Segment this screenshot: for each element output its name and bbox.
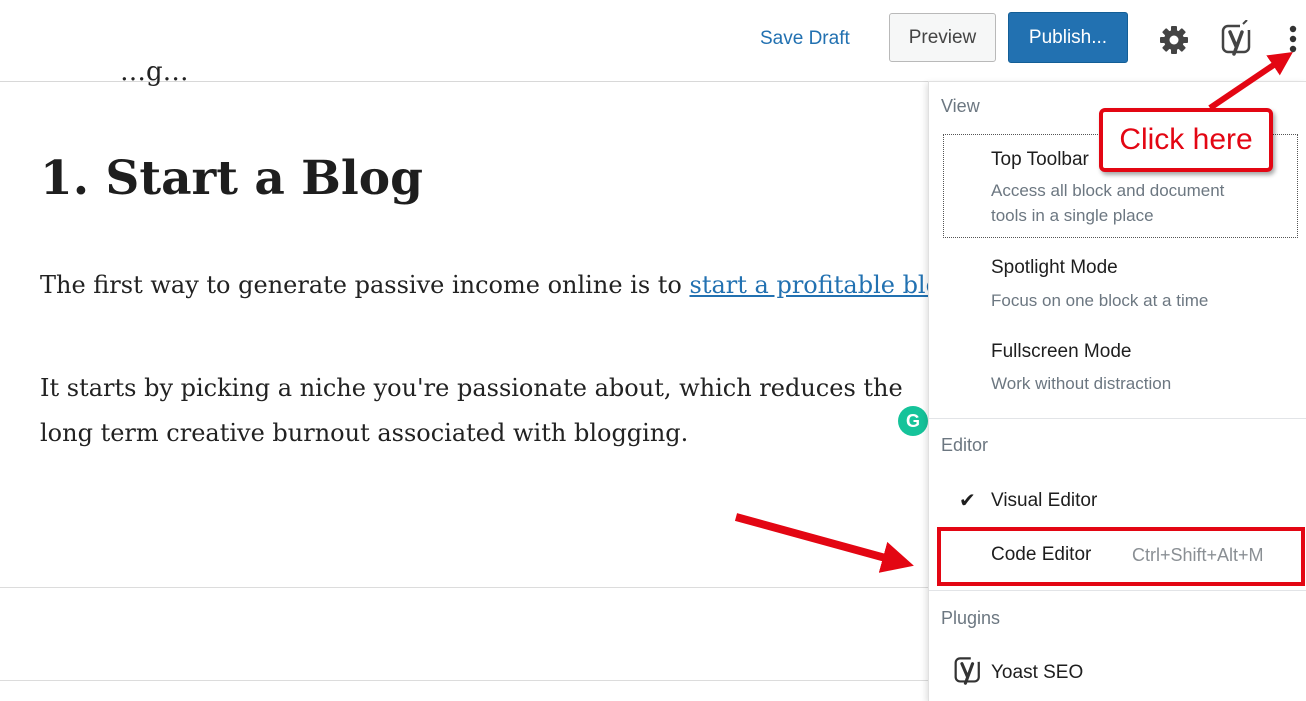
spotlight-mode-option[interactable]: Spotlight Mode (991, 257, 1118, 279)
visual-editor-option[interactable]: Visual Editor (991, 490, 1097, 512)
divider (0, 680, 928, 681)
paragraph-1[interactable]: The first way to generate passive income… (40, 271, 955, 299)
view-section-label: View (941, 96, 980, 116)
click-here-callout: Click here (1099, 108, 1273, 172)
menu-separator (929, 590, 1306, 591)
gear-icon[interactable] (1158, 24, 1190, 56)
arrow-to-code-editor (734, 513, 914, 573)
top-toolbar-desc: Access all block and document tools in a… (991, 181, 1225, 225)
checkmark-icon: ✔ (959, 490, 976, 512)
more-tools-menu: View Top Toolbar Access all block and do… (928, 81, 1306, 701)
top-toolbar-option[interactable]: Top Toolbar (991, 149, 1089, 171)
blog-link[interactable]: start a profitable blog (690, 271, 956, 299)
divider (0, 587, 928, 588)
yoast-icon[interactable] (1220, 20, 1256, 56)
partial-text: …g… (120, 57, 189, 87)
save-draft-button[interactable]: Save Draft (760, 28, 850, 50)
yoast-icon (954, 654, 980, 685)
publish-button[interactable]: Publish... (1008, 12, 1128, 63)
vertical-ellipsis-icon[interactable] (1282, 22, 1304, 58)
plugins-section-label: Plugins (941, 608, 1001, 628)
editor-section-label: Editor (941, 435, 989, 455)
preview-button[interactable]: Preview (889, 13, 996, 62)
paragraph-1-text: The first way to generate passive income… (40, 271, 690, 299)
code-editor-highlight (937, 527, 1305, 586)
post-heading[interactable]: 1. Start a Blog (40, 151, 423, 206)
editor-header: Save Draft Preview Publish... (0, 0, 1306, 82)
fullscreen-mode-desc: Work without distraction (991, 374, 1172, 393)
paragraph-2[interactable]: It starts by picking a niche you're pass… (40, 366, 940, 456)
yoast-seo-option[interactable]: Yoast SEO (991, 662, 1083, 684)
spotlight-mode-desc: Focus on one block at a time (991, 291, 1209, 310)
grammarly-icon[interactable]: G (898, 406, 928, 436)
fullscreen-mode-option[interactable]: Fullscreen Mode (991, 341, 1131, 363)
menu-separator (929, 418, 1306, 419)
